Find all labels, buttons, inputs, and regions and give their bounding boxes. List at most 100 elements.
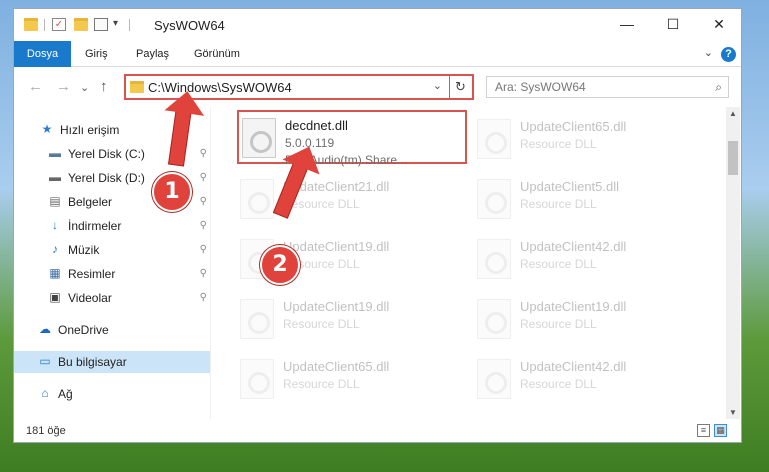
network-icon: ⌂ xyxy=(41,386,49,400)
sidebar-item[interactable]: ⌂ Ağ xyxy=(14,383,210,405)
annotation-badge-1: 1 xyxy=(152,172,192,212)
file-name: decdnet.dll xyxy=(285,118,348,133)
item-count: 181 öğe xyxy=(26,425,66,437)
separator xyxy=(44,19,45,31)
help-button[interactable]: ? xyxy=(721,47,736,62)
sidebar-item-label: Ağ xyxy=(58,387,73,401)
dll-file-icon xyxy=(477,179,511,219)
details-view-icon[interactable]: ≡ xyxy=(697,424,710,437)
sidebar-item[interactable]: ▦ Resimler ⚲ xyxy=(14,263,210,285)
tab-view[interactable]: Görünüm xyxy=(194,41,240,67)
pin-icon[interactable]: ⚲ xyxy=(200,172,207,183)
file-item[interactable]: UpdateClient65.dll Resource DLL xyxy=(474,113,704,167)
sidebar-item-label: Videolar xyxy=(68,291,112,305)
up-arrow-icon[interactable]: ↑ xyxy=(100,78,108,95)
tab-share[interactable]: Paylaş xyxy=(136,41,169,67)
file-name: UpdateClient19.dll xyxy=(283,239,390,254)
file-item[interactable]: UpdateClient19.dll Resource DLL xyxy=(237,293,467,347)
sidebar-item[interactable]: ↓ İndirmeler ⚲ xyxy=(14,215,210,237)
tab-file[interactable]: Dosya xyxy=(14,41,71,67)
file-name: UpdateClient19.dll xyxy=(283,299,390,314)
sidebar-item-label: Yerel Disk (C:) xyxy=(68,147,145,161)
dll-file-icon xyxy=(477,359,511,399)
file-name: UpdateClient65.dll xyxy=(520,119,627,134)
sidebar-item-label: İndirmeler xyxy=(68,219,122,233)
videos-icon: ▣ xyxy=(49,290,61,304)
file-description: Resource DLL xyxy=(520,257,597,271)
file-description: Resource DLL xyxy=(520,317,597,331)
sidebar-item-label: Müzik xyxy=(68,243,100,257)
minimize-button[interactable]: — xyxy=(604,9,650,39)
recent-locations-icon[interactable]: ⌄ xyxy=(80,81,89,94)
pin-icon[interactable]: ⚲ xyxy=(200,292,207,303)
downloads-icon: ↓ xyxy=(52,218,58,232)
folder-icon xyxy=(24,18,38,31)
file-description: Resource DLL xyxy=(283,317,360,331)
scrollbar-thumb[interactable] xyxy=(728,141,738,175)
dll-file-icon xyxy=(242,118,276,158)
pin-icon[interactable]: ⚲ xyxy=(200,220,207,231)
file-name: UpdateClient19.dll xyxy=(520,299,627,314)
dll-file-icon xyxy=(477,299,511,339)
separator xyxy=(129,19,130,31)
maximize-button[interactable]: ☐ xyxy=(650,9,696,39)
file-description: Resource DLL xyxy=(283,377,360,391)
new-folder-icon[interactable] xyxy=(74,18,88,31)
chevron-down-icon[interactable]: ⌄ xyxy=(704,46,713,59)
refresh-icon[interactable]: ↻ xyxy=(449,76,471,98)
file-item[interactable]: decdnet.dll 5.0.0.119 RealAudio(tm) Share.… xyxy=(237,110,467,167)
properties-icon[interactable]: ✓ xyxy=(52,18,66,31)
tiles-view-icon[interactable]: ▦ xyxy=(714,424,727,437)
sidebar-item[interactable]: ☁ OneDrive xyxy=(14,319,210,341)
computer-icon: ▭ xyxy=(39,354,51,368)
pin-icon[interactable]: ⚲ xyxy=(200,268,207,279)
divider xyxy=(210,107,211,419)
star-icon: ★ xyxy=(41,122,53,136)
music-icon: ♪ xyxy=(52,242,58,256)
file-item[interactable]: UpdateClient5.dll Resource DLL xyxy=(474,173,704,227)
close-button[interactable]: ✕ xyxy=(696,9,741,39)
file-description: Resource DLL xyxy=(520,377,597,391)
dll-file-icon xyxy=(240,299,274,339)
file-item[interactable]: UpdateClient21.dll Resource DLL xyxy=(237,173,467,227)
sidebar-item[interactable]: ▭ Bu bilgisayar xyxy=(14,351,210,373)
navigation-bar: ← → ⌄ ↑ C:\Windows\SysWOW64 ⌄ ↻ Ara: Sys… xyxy=(14,67,741,107)
file-item[interactable]: UpdateClient19.dll Resource DLL xyxy=(474,293,704,347)
forward-arrow-icon[interactable]: → xyxy=(56,78,71,95)
sidebar-item-label: Belgeler xyxy=(68,195,113,209)
dll-file-icon xyxy=(240,359,274,399)
customize-icon[interactable] xyxy=(94,18,108,31)
dll-file-icon xyxy=(477,239,511,279)
pin-icon[interactable]: ⚲ xyxy=(200,196,207,207)
sidebar-item[interactable]: ▣ Videolar ⚲ xyxy=(14,287,210,309)
scroll-down-icon[interactable]: ▼ xyxy=(726,408,740,417)
pin-icon[interactable]: ⚲ xyxy=(200,244,207,255)
file-item[interactable]: UpdateClient65.dll Resource DLL xyxy=(237,353,467,407)
window-title: SysWOW64 xyxy=(154,18,225,33)
sidebar-item-label: Hızlı erişim xyxy=(60,123,120,137)
sidebar-item[interactable]: ♪ Müzik ⚲ xyxy=(14,239,210,261)
sidebar-item-label: OneDrive xyxy=(58,323,109,337)
drive-icon: ▬ xyxy=(49,170,61,184)
search-input[interactable]: Ara: SysWOW64 ⌕ xyxy=(486,76,729,98)
sidebar-item-label: Bu bilgisayar xyxy=(58,355,127,369)
back-arrow-icon[interactable]: ← xyxy=(28,78,43,95)
vertical-scrollbar[interactable]: ▲ ▼ xyxy=(726,107,740,419)
search-placeholder: Ara: SysWOW64 xyxy=(495,80,586,94)
file-name: UpdateClient42.dll xyxy=(520,359,627,374)
title-bar: ✓ ▾ SysWOW64 — ☐ ✕ xyxy=(14,9,741,41)
scroll-up-icon[interactable]: ▲ xyxy=(726,109,740,118)
file-name: UpdateClient42.dll xyxy=(520,239,627,254)
pin-icon[interactable]: ⚲ xyxy=(200,148,207,159)
chevron-down-icon[interactable]: ⌄ xyxy=(433,79,442,92)
file-description: Resource DLL xyxy=(520,137,597,151)
search-icon: ⌕ xyxy=(715,80,722,94)
tab-home[interactable]: Giriş xyxy=(85,41,108,67)
sidebar-item-label: Yerel Disk (D:) xyxy=(68,171,145,185)
explorer-window: ✓ ▾ SysWOW64 — ☐ ✕ Dosya Giriş Paylaş Gö… xyxy=(13,8,742,443)
drive-icon: ▬ xyxy=(49,146,61,160)
file-item[interactable]: UpdateClient42.dll Resource DLL xyxy=(474,353,704,407)
ribbon-tabs: Dosya Giriş Paylaş Görünüm ⌄ ? xyxy=(14,41,741,67)
file-item[interactable]: UpdateClient42.dll Resource DLL xyxy=(474,233,704,287)
quick-access-dropdown-icon[interactable]: ▾ xyxy=(113,18,118,29)
